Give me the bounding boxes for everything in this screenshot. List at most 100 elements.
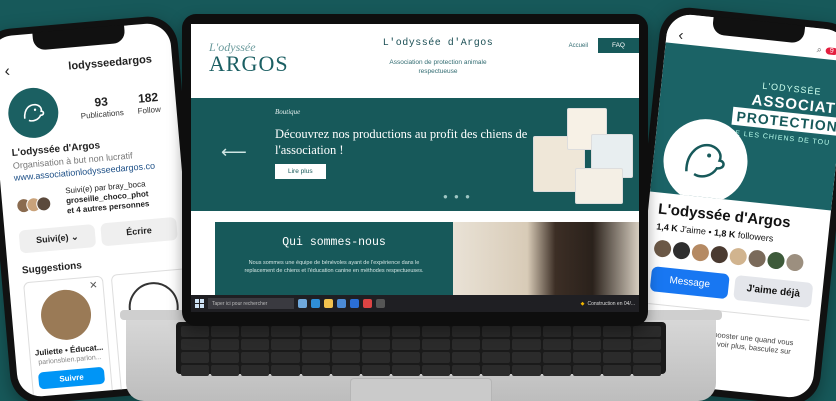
product-photo [575,168,623,204]
chrome-icon[interactable] [363,299,372,308]
keyboard-key [181,326,210,337]
arrow-left-icon[interactable]: ⟵ [221,142,247,163]
suggestion-card[interactable]: ✕ Juliette • Éducat... parlonsbien.parlo… [23,275,114,399]
windows-taskbar: Taper ici pour rechercher ◆ Construction… [191,295,639,312]
instagram-avatar[interactable] [6,85,61,141]
follower-avatar [691,243,710,262]
dog-logo-icon [23,103,45,122]
keyboard-key [632,339,661,350]
suggestion-avatar [38,287,94,342]
read-more-button[interactable]: Lire plus [275,164,326,179]
follower-avatar [35,195,52,212]
follower-avatar [785,253,805,272]
keyboard-key [482,365,511,376]
hero-kicker: Boutique [275,108,301,116]
website-screen: L'odyssée ARGOS L'odyssée d'Argos Associ… [191,24,639,312]
products-photo [531,106,635,206]
keyboard-key [361,339,390,350]
close-icon[interactable]: ✕ [89,280,98,292]
liked-button[interactable]: J'aime déjà [733,274,814,308]
keyboard-key [602,352,631,363]
following-button[interactable]: Suivi(e) ⌄ [18,224,97,254]
site-subtitle: Association de protection animale respec… [389,59,487,75]
message-button[interactable]: Message [649,266,730,300]
keyboard-key [241,352,270,363]
keyboard-key [602,365,631,376]
keyboard-key [271,365,300,376]
mockup-scene: ‹ lodysseedargos 93 Publications 182 Fol… [0,0,836,401]
keyboard-key [572,326,601,337]
nav-faq[interactable]: FAQ [597,38,639,53]
slider-dots[interactable]: ● ● ● [443,192,472,201]
keyboard-key [271,352,300,363]
keyboard-key [542,339,571,350]
laptop-lid: L'odyssée ARGOS L'odyssée d'Argos Associ… [182,14,648,326]
follower-avatar [709,245,729,264]
warning-icon: ◆ [580,300,585,307]
facebook-avatar[interactable] [659,114,752,208]
follower-avatar [653,239,672,258]
keyboard-key [331,365,360,376]
hero-slider: ⟵ Boutique Découvrez nos productions au … [191,98,639,211]
keyboard-key [572,352,601,363]
keyboard-key [391,339,420,350]
followers-stat[interactable]: 182 Follow [136,90,161,116]
keyboard-key [301,339,330,350]
keyboard-key [391,365,420,376]
instagram-handle: lodysseedargos [67,53,153,73]
site-logo[interactable]: L'odyssée ARGOS [209,40,289,77]
keyboard-key [452,352,481,363]
likes-count: 1,4 K [655,221,679,234]
notification-badge[interactable]: 9 [825,46,836,55]
keyboard-key [512,352,541,363]
suggestion-follow-button[interactable]: Suivre [37,366,106,390]
keyboard-key [361,352,390,363]
windows-start-icon[interactable] [195,299,204,308]
keyboard-key [181,339,210,350]
keyboard-key [301,326,330,337]
keyboard-key [422,352,451,363]
edge-icon[interactable] [311,299,320,308]
posts-label: Publications [80,108,125,121]
file-explorer-icon[interactable] [324,299,333,308]
logo-wordmark: ARGOS [209,51,289,76]
keyboard-key [391,352,420,363]
keyboard-key [572,339,601,350]
keyboard-key [271,339,300,350]
taskbar-search[interactable]: Taper ici pour rechercher [208,298,294,309]
keyboard-key [181,365,210,376]
back-arrow-icon[interactable]: ‹ [4,62,25,82]
instagram-actions: Suivi(e) ⌄ Écrire [18,216,178,254]
app-icon[interactable] [376,299,385,308]
followers-count: 1,8 K [713,227,736,240]
keyboard-key [422,326,451,337]
site-nav: Accueil FAQ [569,38,639,53]
followed-by-text: Suivi(e) par bray_boca groseille_choco_p… [65,179,150,216]
nav-home[interactable]: Accueil [569,43,588,49]
keyboard-key [331,339,360,350]
keyboard-key [181,352,210,363]
site-title: L'odyssée d'Argos [382,38,494,49]
keyboard-key [361,365,390,376]
back-arrow-icon[interactable]: ‹ [678,26,685,43]
laptop-keyboard [176,322,666,376]
keyboard-key [452,365,481,376]
keyboard-key [602,339,631,350]
keyboard-key [602,326,631,337]
store-icon[interactable] [337,299,346,308]
taskbar-news[interactable]: ◆ Construction en 04/... [581,301,635,307]
mail-icon[interactable] [350,299,359,308]
keyboard-key [632,352,661,363]
task-view-icon[interactable] [298,299,307,308]
keyboard-key [542,326,571,337]
keyboard-key [331,326,360,337]
keyboard-key [361,326,390,337]
keyboard-key [632,365,661,376]
posts-stat[interactable]: 93 Publications [79,93,125,121]
followers-label: followers [737,229,774,244]
keyboard-key [482,339,511,350]
search-icon[interactable]: ⌕ [816,44,822,55]
followed-by[interactable]: Suivi(e) par bray_boca groseille_choco_p… [15,177,175,221]
follower-avatar [747,249,767,268]
message-button[interactable]: Écrire [100,216,178,247]
